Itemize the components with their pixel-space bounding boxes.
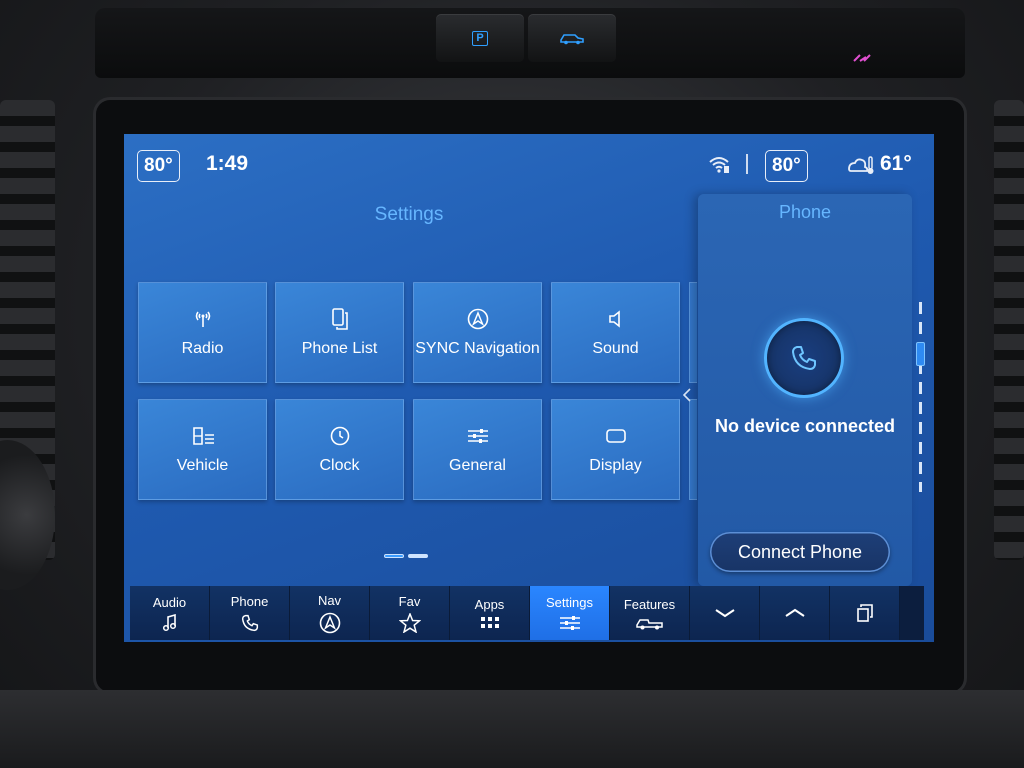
settings-tile-vehicle[interactable]: Vehicle bbox=[138, 399, 267, 500]
nav-multitask-button[interactable] bbox=[830, 586, 900, 640]
wifi-icon bbox=[709, 157, 729, 173]
next-page-tile-peek[interactable] bbox=[689, 399, 697, 500]
truck-icon bbox=[635, 618, 663, 629]
radio-antenna-icon bbox=[195, 311, 210, 327]
star-icon bbox=[398, 612, 421, 633]
tile-label: Vehicle bbox=[176, 456, 229, 474]
page-dot-current bbox=[384, 554, 404, 558]
settings-tile-display[interactable]: Display bbox=[551, 399, 680, 500]
status-indicator-light bbox=[852, 52, 878, 62]
tile-label: General bbox=[449, 456, 506, 474]
settings-tile-sync-navigation[interactable]: SYNC Navigation bbox=[413, 282, 542, 383]
settings-tile-clock[interactable]: Clock bbox=[275, 399, 404, 500]
nav-label: Settings bbox=[546, 594, 593, 610]
navigation-icon bbox=[467, 308, 488, 329]
display-icon bbox=[605, 428, 626, 443]
navigation-icon bbox=[319, 612, 340, 633]
phone-panel-title: Phone bbox=[778, 202, 832, 222]
nav-label: Features bbox=[623, 596, 676, 612]
tile-label: SYNC Navigation bbox=[415, 339, 540, 357]
parking-sensor-button[interactable]: P bbox=[436, 14, 524, 62]
status-bar: 80° 1:49 80° 61° bbox=[124, 134, 934, 194]
clock-display: 1:49 bbox=[206, 152, 249, 175]
settings-title: Settings bbox=[374, 204, 444, 225]
collapse-panel-chevron-icon[interactable] bbox=[682, 388, 691, 407]
tile-label: Sound bbox=[592, 339, 639, 357]
chevron-up-icon bbox=[784, 608, 805, 617]
apps-grid-icon bbox=[480, 616, 499, 628]
nav-label: Nav bbox=[317, 592, 342, 608]
music-note-icon bbox=[162, 613, 176, 631]
hardware-button-group: P bbox=[436, 14, 616, 62]
multitask-icon bbox=[856, 604, 873, 622]
phone-icon bbox=[792, 346, 816, 370]
passenger-temp-button[interactable]: 80° bbox=[765, 150, 808, 182]
bottom-nav-bar: Audio Phone Nav Fav Apps Settings Featur… bbox=[130, 586, 924, 640]
nav-item-fav[interactable]: Fav bbox=[370, 586, 450, 640]
tile-label: Clock bbox=[319, 456, 360, 474]
driver-temp-button[interactable]: 80° bbox=[137, 150, 180, 182]
phone-list-icon bbox=[331, 307, 348, 330]
settings-tile-radio[interactable]: Radio bbox=[138, 282, 267, 383]
phone-panel: Phone No device connected Connect Phone bbox=[698, 194, 912, 586]
vehicle-icon bbox=[560, 34, 584, 45]
nav-label: Phone bbox=[230, 593, 269, 609]
page-dot[interactable] bbox=[408, 554, 428, 558]
vehicle-view-button[interactable] bbox=[528, 14, 616, 62]
dashboard-bottom-trim bbox=[0, 690, 1024, 768]
phone-icon bbox=[241, 614, 258, 631]
sliders-icon bbox=[467, 428, 488, 443]
tile-label: Radio bbox=[181, 339, 224, 357]
clock-icon bbox=[330, 426, 349, 445]
tile-label: Phone List bbox=[301, 339, 378, 357]
status-divider bbox=[746, 154, 748, 174]
nav-label: Apps bbox=[474, 596, 505, 612]
nav-item-apps[interactable]: Apps bbox=[450, 586, 530, 640]
nav-scroll-down-button[interactable] bbox=[690, 586, 760, 640]
page-indicator bbox=[384, 554, 428, 558]
sliders-icon bbox=[559, 615, 580, 630]
panel-scrollbar-thumb[interactable] bbox=[916, 342, 925, 366]
phone-status-badge[interactable] bbox=[764, 318, 844, 398]
chevron-down-icon bbox=[714, 609, 735, 618]
nav-scroll-up-button[interactable] bbox=[760, 586, 830, 640]
tile-label: Display bbox=[589, 456, 642, 474]
nav-label: Audio bbox=[152, 594, 187, 610]
settings-tile-sound[interactable]: Sound bbox=[551, 282, 680, 383]
nav-item-nav[interactable]: Nav bbox=[290, 586, 370, 640]
nav-item-settings[interactable]: Settings bbox=[530, 586, 610, 640]
outside-temp-value: 61° bbox=[880, 152, 912, 175]
parking-sensor-icon: P bbox=[472, 30, 488, 46]
infotainment-screen: 80° 1:49 80° 61° Settings Radio Phone Li… bbox=[124, 134, 934, 642]
speaker-icon bbox=[608, 309, 620, 328]
nav-label: Fav bbox=[398, 593, 421, 609]
connect-phone-button[interactable]: Connect Phone bbox=[710, 532, 890, 572]
nav-item-features[interactable]: Features bbox=[610, 586, 690, 640]
settings-tile-phone-list[interactable]: Phone List bbox=[275, 282, 404, 383]
vehicle-settings-icon bbox=[192, 426, 214, 445]
next-page-tile-peek[interactable] bbox=[689, 282, 697, 383]
settings-tile-general[interactable]: General bbox=[413, 399, 542, 500]
right-air-vent bbox=[994, 100, 1024, 560]
panel-scrollbar-track[interactable] bbox=[919, 302, 922, 492]
phone-connection-status: No device connected bbox=[714, 416, 896, 436]
nav-item-phone[interactable]: Phone bbox=[210, 586, 290, 640]
nav-item-audio[interactable]: Audio bbox=[130, 586, 210, 640]
outside-temp-icon bbox=[848, 156, 874, 174]
